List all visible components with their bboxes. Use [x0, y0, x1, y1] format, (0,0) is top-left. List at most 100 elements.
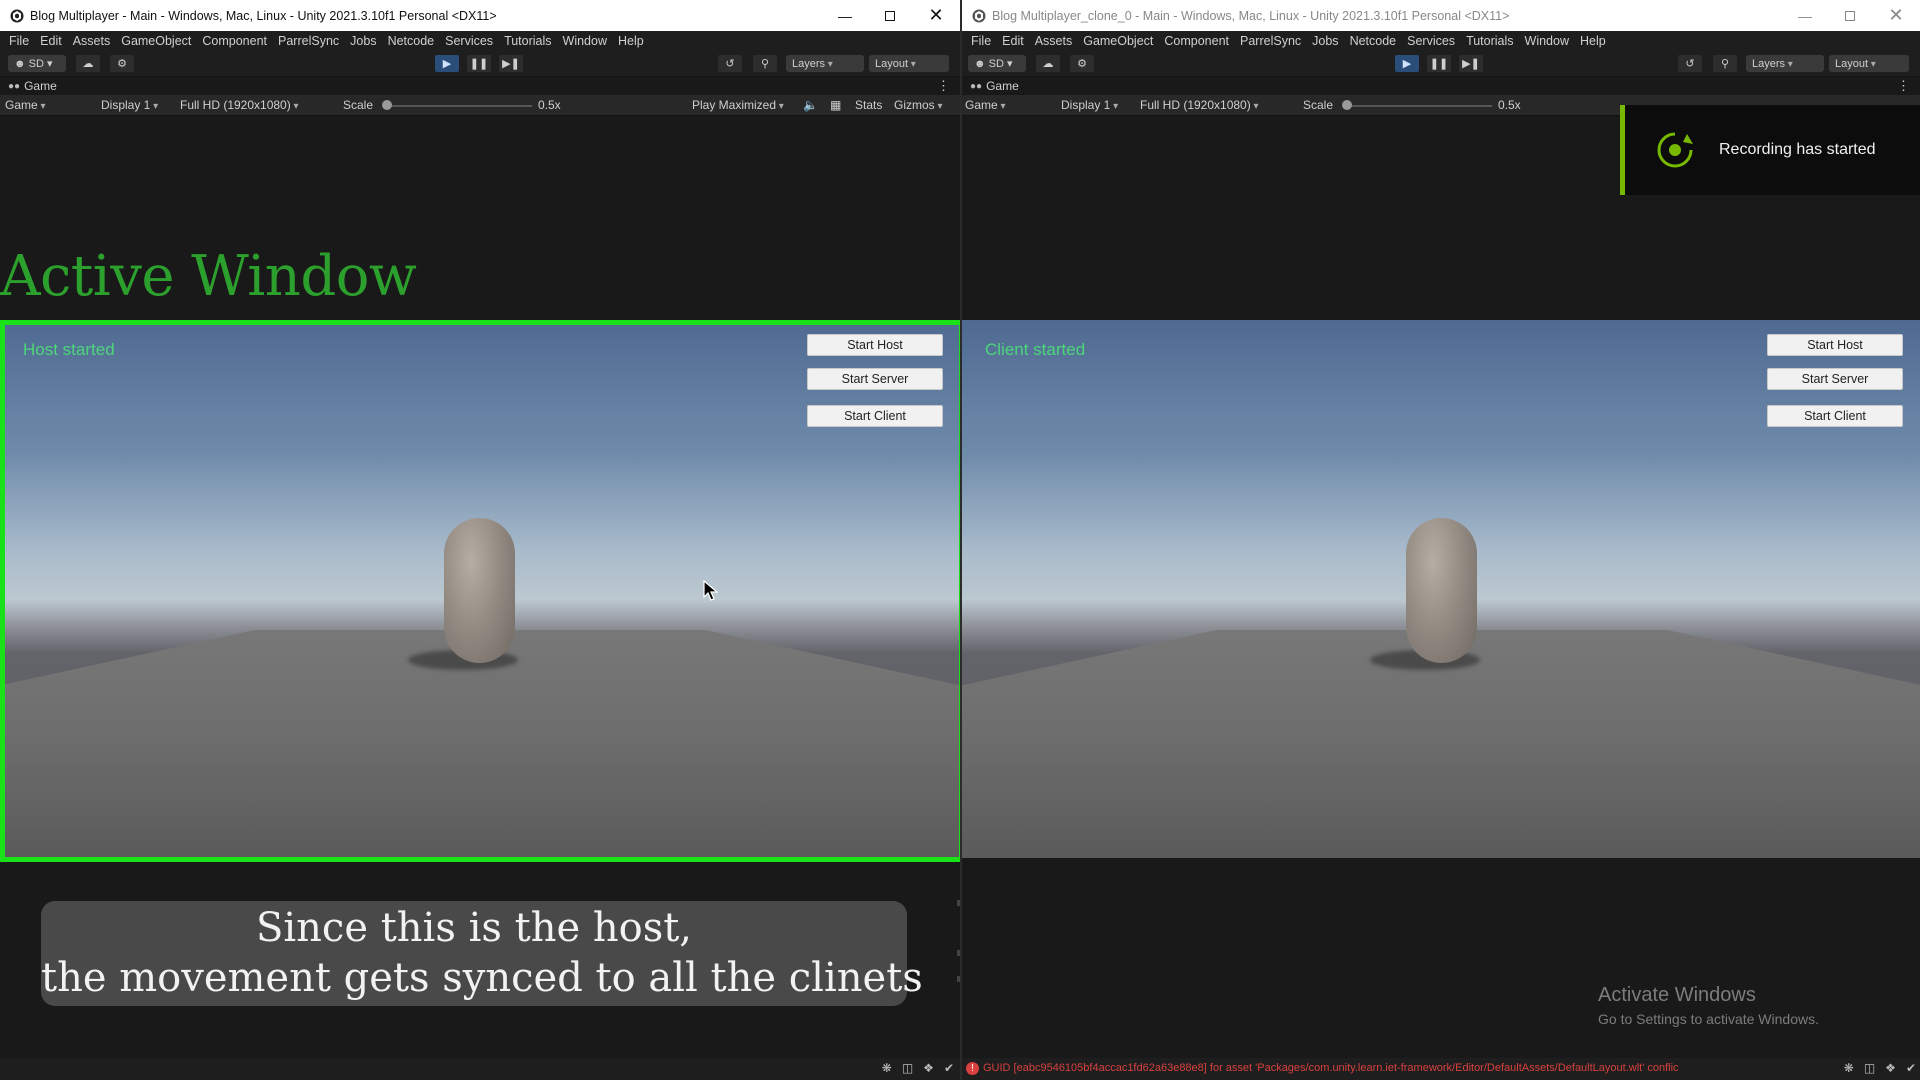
game-viewport[interactable]: Client started Start Host Start Server S…: [962, 320, 1920, 858]
main-toolbar: ☻ SD ▾ ☁ ⚙ ▶ ❚❚ ▶❚ ↺ ⚲ Layers Layout: [0, 50, 960, 77]
activate-windows-watermark: Activate Windows Go to Settings to activ…: [1598, 984, 1819, 1027]
step-button[interactable]: ▶❚: [1459, 55, 1483, 72]
collab-icon[interactable]: ⚙: [110, 55, 134, 72]
menu-component[interactable]: Component: [1164, 34, 1229, 48]
menu-file[interactable]: File: [9, 34, 29, 48]
cloud-icon[interactable]: ☁: [1036, 55, 1060, 72]
title-bar[interactable]: Blog Multiplayer - Main - Windows, Mac, …: [0, 0, 960, 31]
minimize-button[interactable]: —: [822, 0, 868, 31]
game-viewport[interactable]: Host started Start Host Start Server Sta…: [0, 320, 960, 858]
menu-window[interactable]: Window: [1525, 34, 1569, 48]
menu-assets[interactable]: Assets: [1035, 34, 1073, 48]
gizmos-dropdown[interactable]: Gizmos: [894, 98, 942, 112]
close-button[interactable]: ✕: [1873, 0, 1919, 31]
subtitle-line-1: Since this is the host,: [255, 905, 693, 951]
scale-slider[interactable]: [1346, 105, 1492, 107]
menu-help[interactable]: Help: [618, 34, 644, 48]
layout-dropdown[interactable]: Layout: [869, 55, 949, 72]
search-icon[interactable]: ⚲: [1713, 55, 1737, 72]
minimize-button[interactable]: —: [1782, 0, 1828, 31]
play-button[interactable]: ▶: [435, 55, 459, 72]
collab-icon[interactable]: ⚙: [1070, 55, 1094, 72]
history-icon[interactable]: ↺: [718, 55, 742, 72]
pause-button[interactable]: ❚❚: [467, 55, 491, 72]
title-bar[interactable]: Blog Multiplayer_clone_0 - Main - Window…: [962, 0, 1920, 31]
menu-tutorials[interactable]: Tutorials: [1466, 34, 1513, 48]
watermark-subtitle: Go to Settings to activate Windows.: [1598, 1011, 1819, 1027]
cache-server-icon[interactable]: ◫: [902, 1061, 913, 1075]
debug-icon[interactable]: ❋: [1844, 1061, 1854, 1075]
menu-services[interactable]: Services: [1407, 34, 1455, 48]
menu-component[interactable]: Component: [202, 34, 267, 48]
start-server-button[interactable]: Start Server: [807, 368, 943, 390]
step-button[interactable]: ▶❚: [499, 55, 523, 72]
console-error-message[interactable]: ! GUID [eabc9546105bf4accac1fd62a63e88e8]…: [966, 1062, 1679, 1075]
scale-slider-knob[interactable]: [1342, 100, 1352, 110]
more-options-icon[interactable]: ⋮: [937, 78, 950, 94]
start-host-button[interactable]: Start Host: [807, 334, 943, 356]
maximize-button[interactable]: [867, 0, 913, 31]
menu-edit[interactable]: Edit: [1002, 34, 1024, 48]
maximize-button[interactable]: [1827, 0, 1873, 31]
resolution-dropdown[interactable]: Full HD (1920x1080): [180, 98, 299, 112]
scale-label: Scale: [1303, 98, 1334, 112]
status-bar: ❋ ◫ ❖ ✔: [0, 1058, 960, 1080]
start-client-button[interactable]: Start Client: [1767, 405, 1903, 427]
menu-netcode[interactable]: Netcode: [1350, 34, 1397, 48]
account-dropdown[interactable]: ☻ SD ▾: [8, 55, 66, 72]
menu-window[interactable]: Window: [563, 34, 607, 48]
display-dropdown[interactable]: Display 1: [101, 98, 158, 112]
menu-parrelsync[interactable]: ParrelSync: [1240, 34, 1301, 48]
check-circle-icon[interactable]: ✔: [944, 1061, 954, 1075]
play-button[interactable]: ▶: [1395, 55, 1419, 72]
scale-label: Scale: [343, 98, 374, 112]
cloud-icon[interactable]: ☁: [76, 55, 100, 72]
menu-assets[interactable]: Assets: [73, 34, 111, 48]
account-dropdown[interactable]: ☻ SD ▾: [968, 55, 1026, 72]
network-status-text: Host started: [23, 340, 115, 359]
tab-game[interactable]: Game: [986, 79, 1019, 93]
view-dropdown[interactable]: Game: [965, 98, 1006, 112]
menu-services[interactable]: Services: [445, 34, 493, 48]
tab-game[interactable]: Game: [24, 79, 57, 93]
menu-jobs[interactable]: Jobs: [1312, 34, 1338, 48]
subtitle-line-2: the movement gets synced to all the clin…: [41, 955, 923, 1001]
debug-icon[interactable]: ❋: [882, 1061, 892, 1075]
menu-file[interactable]: File: [971, 34, 991, 48]
cache-server-icon[interactable]: ◫: [1864, 1061, 1875, 1075]
start-client-button[interactable]: Start Client: [807, 405, 943, 427]
network-icon[interactable]: ❖: [1885, 1061, 1896, 1075]
layers-dropdown[interactable]: Layers: [1746, 55, 1824, 72]
menu-jobs[interactable]: Jobs: [350, 34, 376, 48]
menu-tutorials[interactable]: Tutorials: [504, 34, 551, 48]
check-circle-icon[interactable]: ✔: [1906, 1061, 1916, 1075]
mute-audio-icon[interactable]: 🔈: [803, 98, 818, 112]
resolution-dropdown[interactable]: Full HD (1920x1080): [1140, 98, 1259, 112]
menu-edit[interactable]: Edit: [40, 34, 62, 48]
menu-help[interactable]: Help: [1580, 34, 1606, 48]
pause-button[interactable]: ❚❚: [1427, 55, 1451, 72]
scale-slider[interactable]: [386, 105, 532, 107]
play-mode-dropdown[interactable]: Play Maximized: [692, 98, 784, 112]
scale-slider-knob[interactable]: [382, 100, 392, 110]
close-button[interactable]: ✕: [913, 0, 959, 31]
search-icon[interactable]: ⚲: [753, 55, 777, 72]
layout-dropdown[interactable]: Layout: [1829, 55, 1909, 72]
grid-icon[interactable]: ▦: [830, 98, 841, 112]
menu-netcode[interactable]: Netcode: [388, 34, 435, 48]
account-icon: ☻: [974, 57, 989, 70]
more-options-icon[interactable]: ⋮: [1897, 78, 1910, 94]
menu-parrelsync[interactable]: ParrelSync: [278, 34, 339, 48]
network-icon[interactable]: ❖: [923, 1061, 934, 1075]
history-icon[interactable]: ↺: [1678, 55, 1702, 72]
menu-gameobject[interactable]: GameObject: [1083, 34, 1153, 48]
display-dropdown[interactable]: Display 1: [1061, 98, 1118, 112]
view-dropdown[interactable]: Game: [5, 98, 46, 112]
start-server-button[interactable]: Start Server: [1767, 368, 1903, 390]
game-tab-bar: ●● Game ⋮: [962, 77, 1920, 95]
menu-gameobject[interactable]: GameObject: [121, 34, 191, 48]
stats-toggle[interactable]: Stats: [855, 98, 882, 112]
layers-dropdown[interactable]: Layers: [786, 55, 864, 72]
start-host-button[interactable]: Start Host: [1767, 334, 1903, 356]
game-tab-bar: ●● Game ⋮: [0, 77, 960, 95]
